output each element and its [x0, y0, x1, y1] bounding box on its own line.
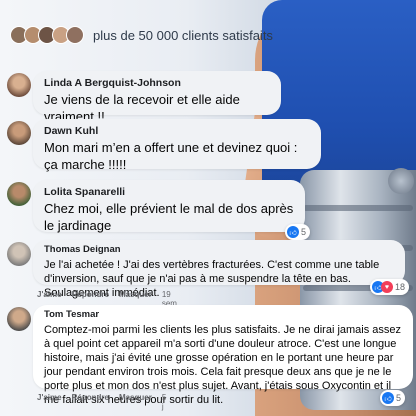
reaction-count: 18: [395, 282, 406, 292]
avatar[interactable]: [7, 121, 31, 145]
satisfied-customers-text: plus de 50 000 clients satisfaits: [93, 27, 273, 43]
comment-author[interactable]: Dawn Kuhl: [44, 125, 310, 137]
comment-author[interactable]: Lolita Spanarelli: [44, 186, 294, 198]
reaction-count: 5: [396, 393, 402, 403]
brace-rib: [303, 205, 413, 211]
comment-text: Mon mari m’en a offert une et devinez qu…: [44, 140, 298, 172]
comment-bubble: Dawn Kuhl Mon mari m’en a offert une et …: [33, 119, 321, 172]
love-icon: ♥: [381, 281, 393, 293]
avatar-stack: [10, 26, 84, 44]
brace-knob: [388, 168, 414, 194]
reaction-count: 5: [301, 227, 307, 237]
comment-bubble: Linda A Bergquist-Johnson Je viens de la…: [33, 71, 281, 124]
comment-time[interactable]: 5 j: [162, 393, 166, 411]
comment-bubble: Lolita Spanarelli Chez moi, elle prévien…: [33, 180, 305, 233]
avatar[interactable]: [7, 307, 31, 331]
comment-text: Chez moi, elle prévient le mal de dos ap…: [44, 201, 294, 233]
reaction-summary[interactable]: 👍︎ 5: [285, 224, 311, 240]
avatar[interactable]: [7, 242, 31, 266]
hide-button[interactable]: Masquer: [119, 393, 152, 411]
social-proof-header: plus de 50 000 clients satisfaits: [10, 22, 273, 48]
avatar[interactable]: [7, 73, 31, 97]
reaction-summary[interactable]: 👍︎ ♥ 18: [370, 279, 410, 295]
comment-actions: J'aime Répondre Masquer 5 j: [37, 393, 166, 411]
reply-button[interactable]: Répondre: [72, 393, 109, 411]
comment-bubble: Thomas Deignan Je l'ai achetée ! J'ai de…: [33, 240, 405, 299]
avatar: [66, 26, 84, 44]
comment-author[interactable]: Thomas Deignan: [44, 244, 394, 255]
comment-author[interactable]: Tom Tesmar: [44, 309, 402, 320]
like-button[interactable]: J'aime: [37, 393, 62, 411]
comment-author[interactable]: Linda A Bergquist-Johnson: [44, 77, 270, 89]
avatar[interactable]: [7, 182, 31, 206]
reaction-summary[interactable]: 👍︎ 5: [380, 390, 406, 406]
like-icon: 👍︎: [382, 392, 394, 404]
comment-bubble: Tom Tesmar Comptez-moi parmi les clients…: [33, 305, 413, 406]
like-icon: 👍︎: [287, 226, 299, 238]
